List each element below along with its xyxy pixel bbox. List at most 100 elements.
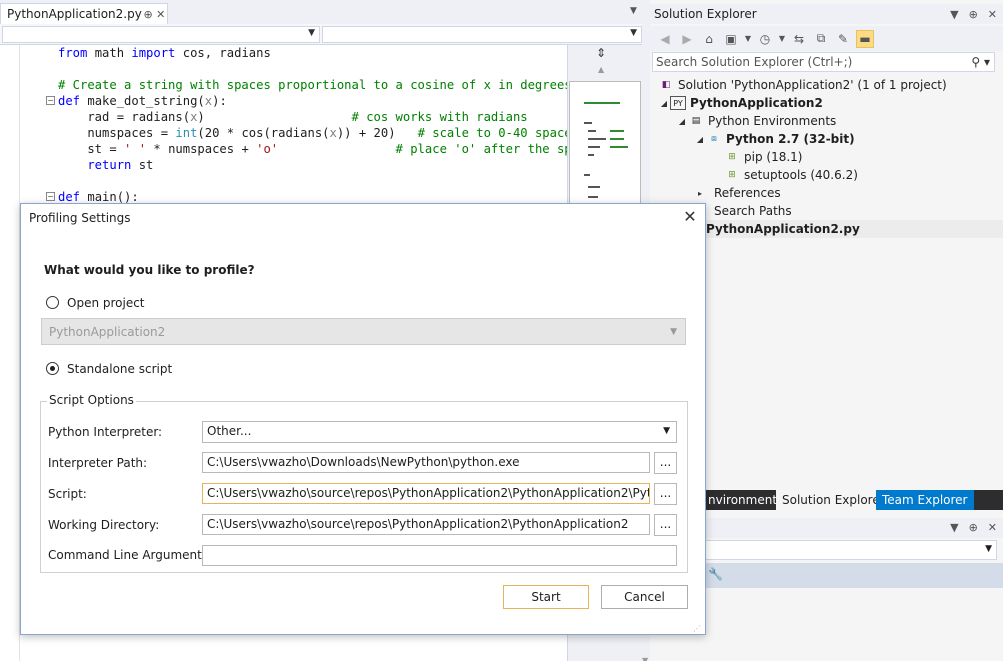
- expanded-icon[interactable]: ◢: [676, 117, 688, 126]
- search-icon[interactable]: ⚲ ▾: [971, 55, 994, 69]
- profile-question: What would you like to profile?: [44, 263, 255, 277]
- chevron-down-icon: ▼: [308, 28, 315, 38]
- open-project-radio[interactable]: [46, 296, 59, 309]
- profiling-settings-dialog: Profiling Settings ✕ What would you like…: [20, 203, 706, 635]
- pin-icon[interactable]: ⊕: [142, 8, 155, 21]
- switch-views-icon[interactable]: ▣: [722, 30, 740, 48]
- browse-script-button[interactable]: ...: [654, 483, 677, 505]
- code-token: 'o': [256, 142, 279, 156]
- document-tab[interactable]: PythonApplication2.py ⊕ ✕: [0, 3, 168, 24]
- interpreter-path-label: Interpreter Path:: [48, 456, 148, 470]
- tab-team-explorer[interactable]: Team Explorer: [876, 490, 974, 510]
- collapse-all-icon[interactable]: ⧉: [812, 30, 830, 48]
- script-path-field[interactable]: C:\Users\vwazho\source\repos\PythonAppli…: [202, 483, 650, 504]
- chevron-down-icon[interactable]: ▼: [630, 6, 637, 16]
- expanded-icon[interactable]: ◢: [694, 135, 706, 144]
- code-token: import: [131, 46, 183, 60]
- code-token: numspaces =: [58, 126, 176, 140]
- code-area[interactable]: from math import cos, radians # Create a …: [0, 45, 568, 205]
- solution-search-input[interactable]: Search Solution Explorer (Ctrl+;) ⚲ ▾: [652, 52, 995, 72]
- pin-icon[interactable]: ⊕: [969, 521, 978, 534]
- code-token: ):: [212, 94, 227, 108]
- forward-icon[interactable]: ▶: [678, 30, 696, 48]
- code-token: cos, radians: [182, 46, 271, 60]
- tree-item-solution[interactable]: ◧ Solution 'PythonApplication2' (1 of 1 p…: [658, 76, 947, 94]
- tree-item-setuptools[interactable]: ⊞ setuptools (40.6.2): [724, 166, 858, 184]
- pending-changes-icon[interactable]: ◷: [756, 30, 774, 48]
- tree-item-project[interactable]: ◢ PY PythonApplication2: [658, 94, 823, 112]
- wrench-icon[interactable]: 🔧: [708, 567, 723, 581]
- code-token: x: [329, 126, 337, 140]
- expanded-icon[interactable]: ◢: [658, 99, 670, 108]
- tab-solution-explorer[interactable]: Solution Explorer: [776, 490, 891, 510]
- chevron-down-icon: ▼: [985, 544, 992, 554]
- close-icon[interactable]: ✕: [681, 209, 699, 227]
- browse-workdir-button[interactable]: ...: [654, 514, 677, 536]
- code-token: return: [58, 158, 139, 172]
- tree-item-search-paths[interactable]: ▸Search Paths: [694, 202, 792, 220]
- chevron-down-icon: ▼: [630, 28, 637, 38]
- close-icon[interactable]: ✕: [988, 521, 997, 534]
- home-icon[interactable]: ⌂: [700, 30, 718, 48]
- chevron-down-icon[interactable]: ▼: [950, 8, 958, 21]
- command-line-args-field[interactable]: [202, 545, 677, 566]
- navigation-bar: ▼ ▼: [0, 24, 650, 45]
- collapsed-icon[interactable]: ▸: [694, 189, 706, 198]
- code-line[interactable]: def make_dot_string(x):: [58, 93, 227, 109]
- member-dropdown[interactable]: ▼: [322, 26, 642, 43]
- code-line[interactable]: numspaces = int(20 * cos(radians(x)) + 2…: [58, 125, 568, 141]
- sync-icon[interactable]: ⇆: [790, 30, 808, 48]
- code-line[interactable]: rad = radians(x) # cos works with radian…: [58, 109, 528, 125]
- split-icon[interactable]: ⇕: [596, 46, 606, 60]
- chevron-down-icon[interactable]: ▼: [950, 521, 958, 534]
- tree-item-references[interactable]: ▸ References: [694, 184, 781, 202]
- scroll-down-icon[interactable]: ▼: [642, 656, 648, 661]
- start-button[interactable]: Start: [503, 585, 589, 609]
- python-interpreter-label: Python Interpreter:: [48, 425, 163, 439]
- close-icon[interactable]: ✕: [154, 8, 167, 21]
- standalone-script-radio[interactable]: [46, 362, 59, 375]
- project-dropdown[interactable]: PythonApplication2 ▼: [41, 318, 686, 345]
- cancel-button[interactable]: Cancel: [601, 585, 688, 609]
- open-project-label[interactable]: Open project: [67, 296, 145, 310]
- chevron-down-icon[interactable]: ▼: [744, 30, 752, 48]
- back-icon[interactable]: ◀: [656, 30, 674, 48]
- pin-icon[interactable]: ⊕: [969, 8, 978, 21]
- resize-grip-icon[interactable]: ⋰: [693, 624, 701, 633]
- scope-dropdown[interactable]: ▼: [2, 26, 320, 43]
- code-token: # cos works with radians: [351, 110, 528, 124]
- code-token: def: [58, 94, 88, 108]
- standalone-script-label[interactable]: Standalone script: [67, 362, 172, 376]
- close-icon[interactable]: ✕: [988, 8, 997, 21]
- working-directory-field[interactable]: C:\Users\vwazho\source\repos\PythonAppli…: [202, 514, 650, 535]
- code-token: (20 * cos(radians(: [197, 126, 330, 140]
- document-tab-bar: PythonApplication2.py ⊕ ✕ ▼: [0, 0, 650, 24]
- code-token: make_dot_string(: [87, 94, 205, 108]
- code-line[interactable]: # Create a string with spaces proportion…: [58, 77, 568, 93]
- tree-item-pip[interactable]: ⊞ pip (18.1): [724, 148, 802, 166]
- code-token: )) + 20): [336, 126, 418, 140]
- interpreter-path-field[interactable]: C:\Users\vwazho\Downloads\NewPython\pyth…: [202, 452, 650, 473]
- code-line[interactable]: from math import cos, radians: [58, 45, 271, 61]
- fold-toggle-icon[interactable]: −: [46, 96, 55, 105]
- code-token: rad = radians(: [58, 110, 191, 124]
- script-label: Script:: [48, 487, 87, 501]
- chevron-down-icon[interactable]: ▼: [778, 30, 786, 48]
- python-project-icon: PY: [670, 96, 686, 110]
- python-interpreter-select[interactable]: Other... ▼: [202, 421, 677, 443]
- code-line[interactable]: return st: [58, 157, 153, 173]
- tree-item-python-environments[interactable]: ◢ ▤ Python Environments: [676, 112, 836, 130]
- preview-icon[interactable]: ▬: [856, 29, 874, 48]
- fold-toggle-icon[interactable]: −: [46, 192, 55, 201]
- browse-interpreter-button[interactable]: ...: [654, 452, 677, 474]
- code-token: st: [138, 158, 154, 172]
- tree-item-python-27[interactable]: ◢ ⧈ Python 2.7 (32-bit): [694, 130, 855, 148]
- solution-explorer-header: Solution Explorer ▼ ⊕ ✕: [650, 4, 1003, 24]
- dialog-title: Profiling Settings: [29, 211, 131, 225]
- tree-item-python-file[interactable]: PythonApplication2.py: [706, 220, 860, 238]
- properties-icon[interactable]: ✎: [834, 30, 852, 48]
- scroll-up-icon[interactable]: ▲: [598, 65, 604, 74]
- code-token: # Create a string with spaces proportion…: [58, 78, 568, 92]
- code-line[interactable]: st = ' ' * numspaces + 'o' # place 'o' a…: [58, 141, 568, 157]
